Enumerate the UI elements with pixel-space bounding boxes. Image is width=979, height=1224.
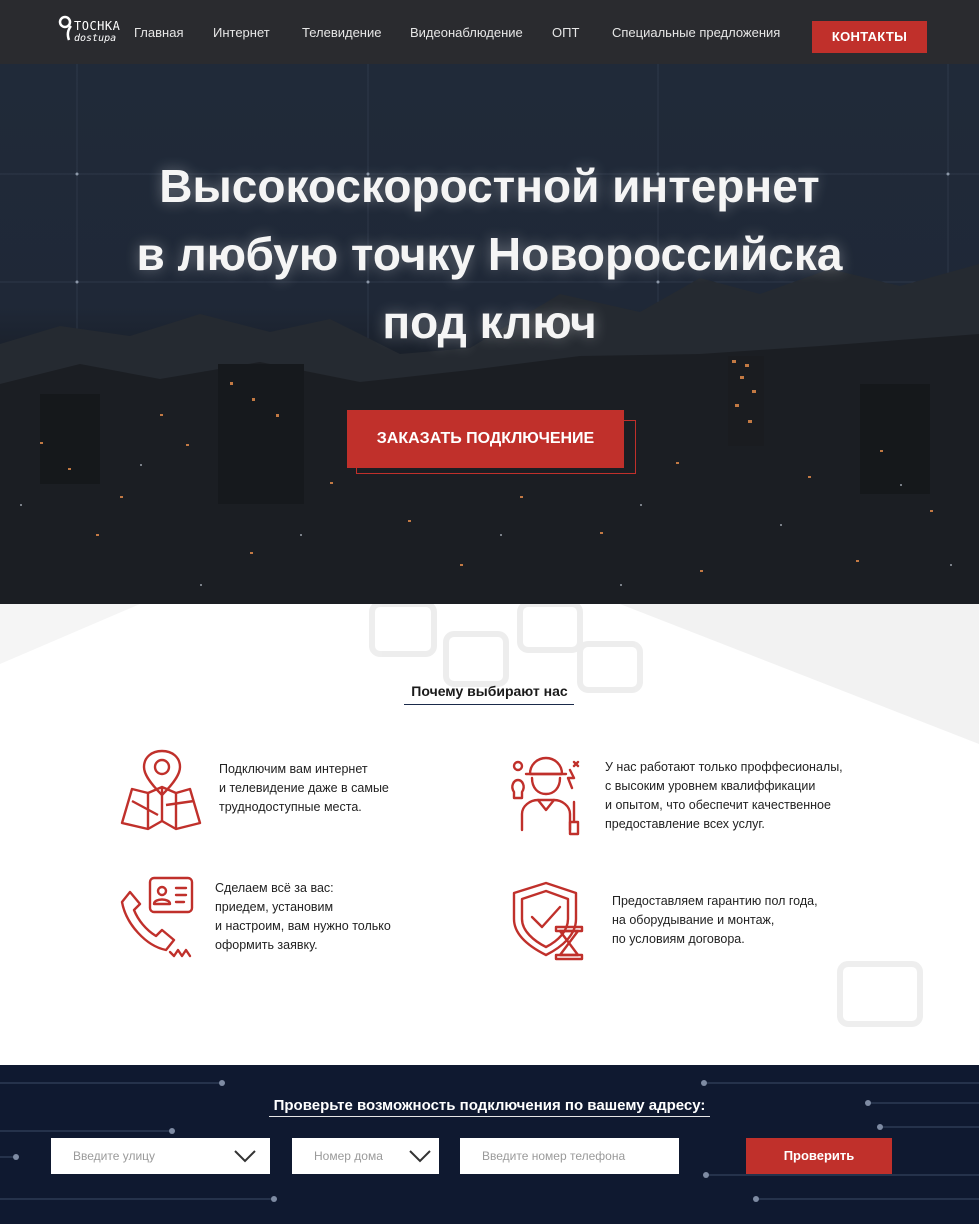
nav-item-internet[interactable]: Интернет xyxy=(213,25,270,40)
map-pin-icon xyxy=(120,749,202,831)
feature-3-line-4: оформить заявку. xyxy=(215,938,318,952)
why-choose-us-section: Почему выбирают нас Подключим вам интерн… xyxy=(0,604,979,1065)
hero-section: Высокоскоростной интернет в любую точку … xyxy=(0,64,979,604)
feature-text-we-do-everything: Сделаем всё за вас: приедем, установим и… xyxy=(215,879,391,955)
phone-input[interactable]: Введите номер телефона xyxy=(460,1138,679,1174)
hero-title-line-3: под ключ xyxy=(382,296,597,348)
check-address-button[interactable]: Проверить xyxy=(746,1138,892,1174)
address-check-section: Проверьте возможность подключения по ваш… xyxy=(0,1065,979,1224)
nav-item-main[interactable]: Главная xyxy=(134,25,183,40)
feature-text-hard-to-reach: Подключим вам интернет и телевидение даж… xyxy=(219,760,389,817)
nav-item-video-surveillance[interactable]: Видеонаблюдение xyxy=(410,25,523,40)
contacts-button[interactable]: КОНТАКТЫ xyxy=(812,21,927,53)
hero-title-line-2: в любую точку Новороссийска xyxy=(136,228,843,280)
shield-hourglass-icon xyxy=(512,881,584,961)
street-select[interactable]: Введите улицу xyxy=(51,1138,270,1174)
keyboard-background xyxy=(0,604,979,1065)
street-placeholder: Введите улицу xyxy=(73,1149,156,1163)
hero-title: Высокоскоростной интернет в любую точку … xyxy=(0,152,979,356)
house-number-placeholder: Номер дома xyxy=(314,1149,383,1163)
top-navbar: TOCHKA dostupa Главная Интернет Телевиде… xyxy=(0,0,979,64)
chevron-down-icon xyxy=(234,1150,256,1163)
professional-worker-icon xyxy=(511,756,580,836)
house-number-select[interactable]: Номер дома xyxy=(292,1138,439,1174)
order-connection-button[interactable]: ЗАКАЗАТЬ ПОДКЛЮЧЕНИЕ xyxy=(347,410,624,468)
address-check-title: Проверьте возможность подключения по ваш… xyxy=(273,1097,706,1114)
logo-text-top: TOCHKA xyxy=(74,19,121,33)
phone-placeholder: Введите номер телефона xyxy=(482,1149,626,1163)
why-title: Почему выбирают нас xyxy=(411,683,568,699)
feature-3-line-2: приедем, установим xyxy=(215,900,334,914)
feature-text-professionals: У нас работают только проффесионалы, с в… xyxy=(605,758,843,834)
feature-text-guarantee: Предоставляем гарантию пол года, на обор… xyxy=(612,892,818,949)
feature-4-line-3: по условиям договора. xyxy=(612,932,745,946)
feature-2-line-1: У нас работают только проффесионалы, xyxy=(605,760,843,774)
feature-2-line-3: и опытом, что обеспечит качественное xyxy=(605,798,831,812)
chevron-down-icon xyxy=(409,1150,431,1163)
feature-2-line-2: с высоким уровнем квалиффикации xyxy=(605,779,816,793)
phone-contact-icon xyxy=(120,876,194,958)
logo-text-bottom: dostupa xyxy=(74,33,117,44)
feature-1-line-3: труднодоступные места. xyxy=(219,800,362,814)
logo[interactable]: TOCHKA dostupa xyxy=(58,14,132,50)
address-check-title-underline xyxy=(269,1116,710,1117)
why-title-underline xyxy=(404,704,574,705)
nav-item-special-offers[interactable]: Специальные предложения xyxy=(612,25,780,40)
feature-4-line-2: на оборудывание и монтаж, xyxy=(612,913,775,927)
feature-4-line-1: Предоставляем гарантию пол года, xyxy=(612,894,818,908)
nav-item-opt[interactable]: ОПТ xyxy=(552,25,579,40)
nav-item-tv[interactable]: Телевидение xyxy=(302,25,381,40)
feature-3-line-1: Сделаем всё за вас: xyxy=(215,881,334,895)
feature-3-line-3: и настроим, вам нужно только xyxy=(215,919,391,933)
feature-2-line-4: предоставление всех услуг. xyxy=(605,817,765,831)
hero-title-line-1: Высокоскоростной интернет xyxy=(159,160,820,212)
feature-1-line-2: и телевидение даже в самые xyxy=(219,781,389,795)
feature-1-line-1: Подключим вам интернет xyxy=(219,762,368,776)
